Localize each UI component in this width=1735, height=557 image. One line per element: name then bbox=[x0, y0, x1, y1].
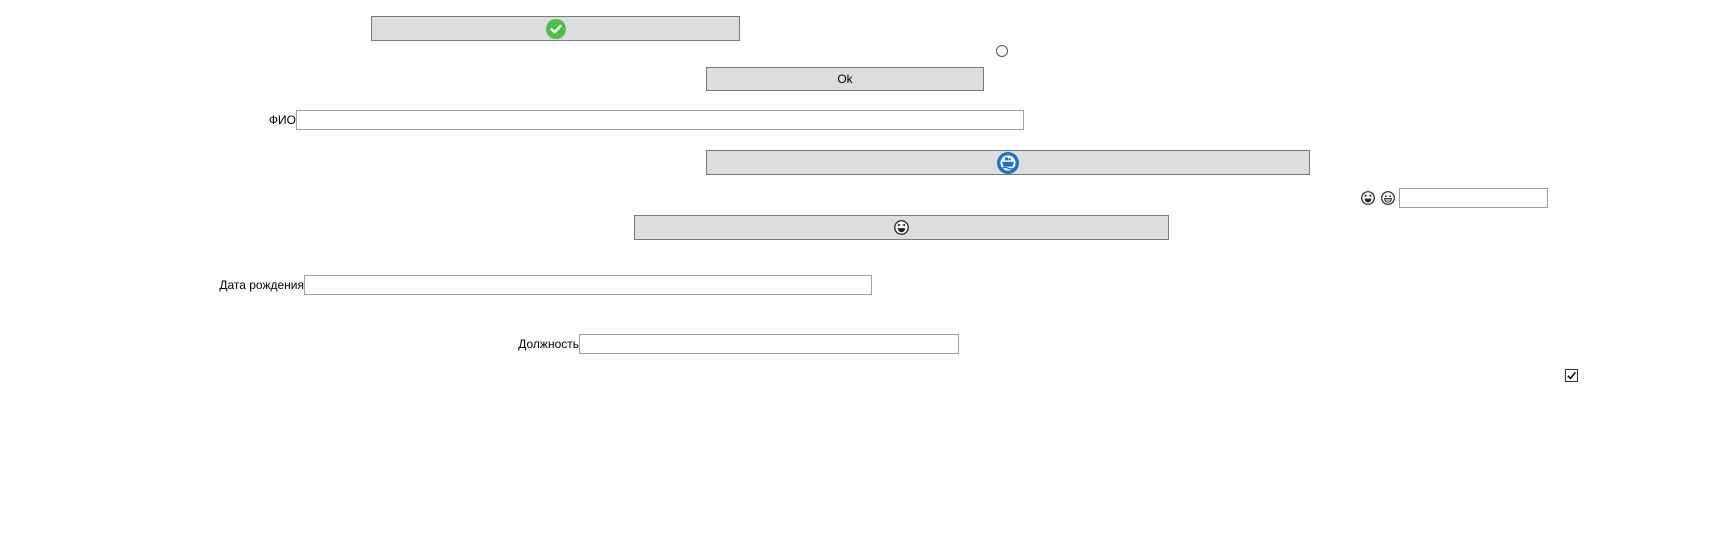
emoji-button[interactable] bbox=[634, 215, 1169, 240]
checkbox[interactable] bbox=[1565, 369, 1578, 382]
fio-label: ФИО bbox=[268, 113, 296, 127]
small-input[interactable] bbox=[1399, 188, 1548, 208]
check-mark-icon bbox=[1566, 370, 1577, 381]
radio-button[interactable] bbox=[996, 45, 1008, 57]
grin-face-icon bbox=[894, 220, 909, 235]
position-field[interactable] bbox=[579, 334, 959, 354]
ok-button[interactable]: Ok bbox=[706, 67, 984, 91]
grin-face-icon bbox=[1381, 191, 1395, 205]
ok-button-label: Ok bbox=[837, 72, 853, 86]
check-circle-icon bbox=[545, 18, 566, 39]
check-button[interactable] bbox=[371, 16, 740, 41]
ship-circle-icon bbox=[997, 151, 1019, 174]
position-label: Должность bbox=[518, 337, 579, 351]
laughing-face-icon bbox=[1361, 191, 1375, 205]
fio-field[interactable] bbox=[296, 110, 1024, 130]
ship-button[interactable] bbox=[706, 150, 1310, 175]
birth-date-label: Дата рождения bbox=[219, 278, 304, 292]
birth-date-field[interactable] bbox=[304, 275, 872, 295]
